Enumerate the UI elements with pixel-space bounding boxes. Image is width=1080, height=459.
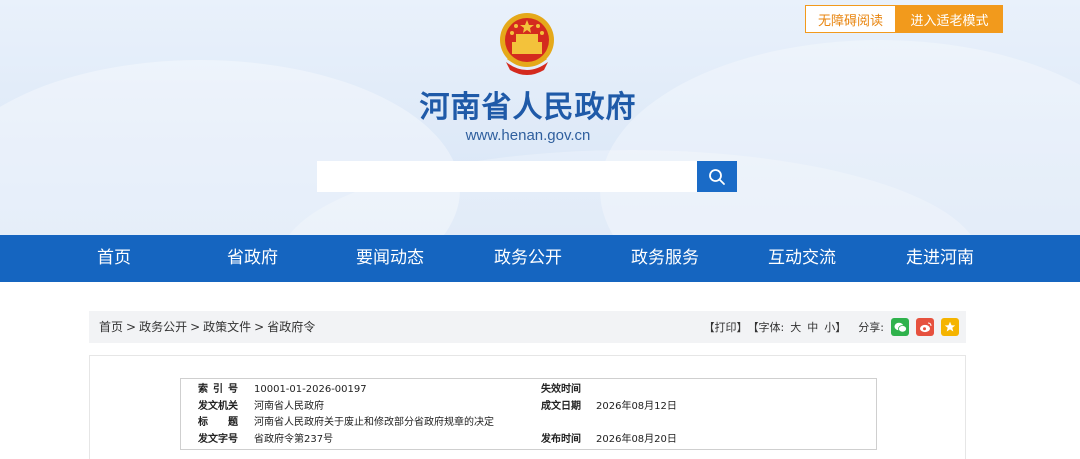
page-tools: 【打印】 【字体: 大 中 小 】 分享: (704, 311, 966, 343)
search-input[interactable] (317, 161, 697, 192)
breadcrumb-policy-docs[interactable]: 政策文件 (203, 320, 251, 334)
font-size-label: 【字体: (747, 321, 785, 334)
published-value: 2026年08月20日 (596, 434, 677, 445)
breadcrumb-open-affairs[interactable]: 政务公开 (139, 320, 187, 334)
title-value: 河南省人民政府关于废止和修改部分省政府规章的决定 (254, 417, 494, 428)
main-nav: 首页 省政府 要闻动态 政务公开 政务服务 互动交流 走进河南 (0, 235, 1080, 282)
accessible-reading-button[interactable]: 无障碍阅读 (805, 5, 896, 33)
share-label: 分享: (858, 321, 884, 334)
elder-mode-button[interactable]: 进入适老模式 (896, 5, 1003, 33)
site-url[interactable]: www.henan.gov.cn (428, 127, 628, 144)
breadcrumb-separator: > (126, 320, 137, 334)
breadcrumb-separator: > (190, 320, 201, 334)
font-size-close: 】 (835, 321, 847, 334)
breadcrumb-separator: > (254, 320, 265, 334)
top-buttons: 无障碍阅读 进入适老模式 (805, 5, 1003, 33)
favorite-icon[interactable] (941, 318, 959, 336)
font-small-link[interactable]: 小 (824, 319, 835, 335)
national-emblem-icon (500, 13, 554, 75)
nav-item-news[interactable]: 要闻动态 (356, 235, 424, 282)
nav-item-services[interactable]: 政务服务 (631, 235, 699, 282)
info-row: 索引号 10001-01-2026-00197 失效时间 (181, 381, 876, 399)
site-title: 河南省人民政府 (419, 90, 637, 125)
docno-label: 发文字号 (198, 434, 238, 445)
wechat-icon[interactable] (891, 318, 909, 336)
nav-item-interaction[interactable]: 互动交流 (768, 235, 836, 282)
published-label: 发布时间 (541, 434, 581, 445)
breadcrumb-bar: 首页 > 政务公开 > 政策文件 > 省政府令 【打印】 【字体: 大 中 小 】 分享: (89, 311, 966, 343)
font-large-link[interactable]: 大 (790, 319, 801, 335)
document-info-table: 索引号 10001-01-2026-00197 失效时间 发文机关 河南省人民政… (180, 378, 877, 450)
nav-item-about-henan[interactable]: 走进河南 (906, 235, 974, 282)
info-row: 标题 河南省人民政府关于废止和修改部分省政府规章的决定 (181, 414, 876, 432)
nav-item-government[interactable]: 省政府 (227, 235, 278, 282)
breadcrumb-decrees[interactable]: 省政府令 (267, 320, 315, 334)
search-icon (709, 168, 725, 185)
nav-item-open-affairs[interactable]: 政务公开 (494, 235, 562, 282)
index-label: 索引号 (198, 384, 238, 395)
nav-item-home[interactable]: 首页 (97, 235, 131, 282)
weibo-icon[interactable] (916, 318, 934, 336)
font-medium-link[interactable]: 中 (807, 319, 818, 335)
docno-value: 省政府令第237号 (254, 434, 334, 445)
title-label: 标题 (198, 417, 238, 428)
search-button[interactable] (697, 161, 737, 192)
info-row: 发文字号 省政府令第237号 发布时间 2026年08月20日 (181, 431, 876, 449)
print-link[interactable]: 【打印】 (704, 319, 748, 335)
expire-label: 失效时间 (541, 384, 581, 395)
breadcrumb: 首页 > 政务公开 > 政策文件 > 省政府令 (99, 311, 315, 343)
breadcrumb-home[interactable]: 首页 (99, 320, 123, 334)
index-value: 10001-01-2026-00197 (254, 384, 367, 395)
